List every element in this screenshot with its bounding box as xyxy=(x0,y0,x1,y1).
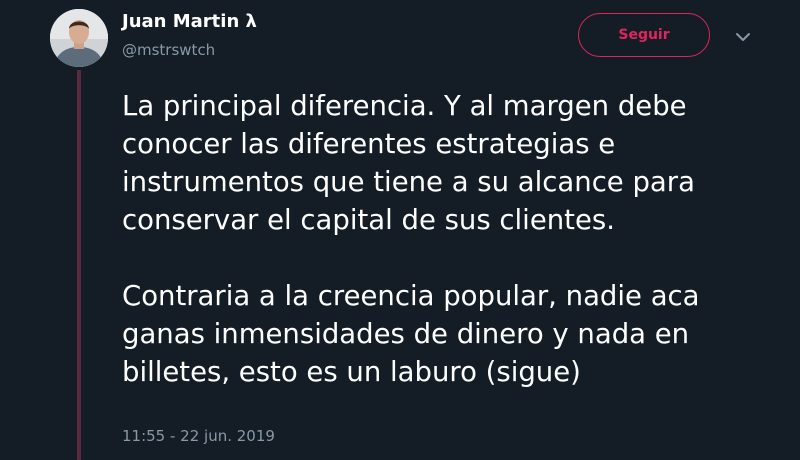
tweet-timestamp[interactable]: 11:55 - 22 jun. 2019 xyxy=(122,426,275,446)
username-handle[interactable]: @mstrswtch xyxy=(122,40,215,60)
profile-photo xyxy=(50,9,108,67)
thread-connector-line xyxy=(77,70,81,460)
more-options-button[interactable] xyxy=(734,29,752,43)
tweet-text: La principal diferencia. Y al margen deb… xyxy=(122,90,700,388)
display-name[interactable]: Juan Martin λ xyxy=(122,11,257,33)
follow-button[interactable]: Seguir xyxy=(578,13,710,57)
avatar[interactable] xyxy=(50,9,108,67)
chevron-down-icon xyxy=(736,33,750,41)
